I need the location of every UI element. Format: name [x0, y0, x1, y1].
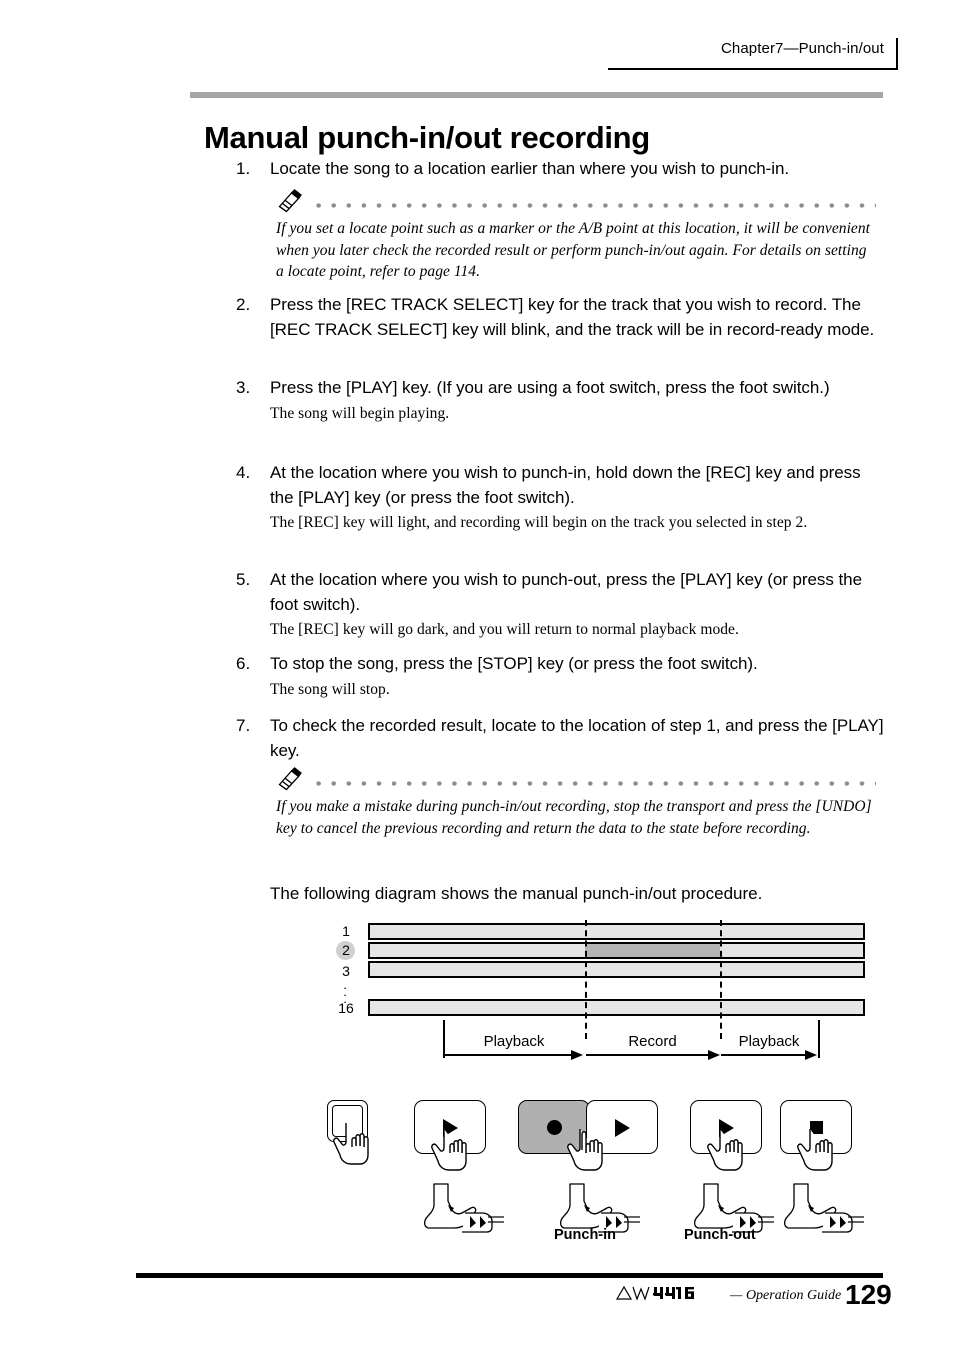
document-page: Chapter7—Punch-in/out Manual punch-in/ou… — [0, 0, 954, 1351]
step-1-number: 1. — [236, 159, 251, 178]
note-2-text: If you make a mistake during punch-in/ou… — [276, 798, 872, 837]
step-1: 1. Locate the song to a location earlier… — [236, 157, 888, 182]
note-1-header — [276, 189, 876, 216]
timeline-arrowhead-record — [708, 1050, 720, 1060]
title-rule — [190, 92, 883, 98]
note-2-header — [276, 767, 876, 794]
step-7: 7. To check the recorded result, locate … — [236, 714, 888, 763]
track-label-2: 2 — [342, 942, 350, 958]
track-row-3 — [368, 961, 865, 978]
track-row-16 — [368, 999, 865, 1016]
step-6-text: To stop the song, press the [STOP] key (… — [270, 654, 758, 673]
step-6-subtext: The song will stop. — [270, 680, 390, 698]
note-2: If you make a mistake during punch-in/ou… — [276, 767, 876, 839]
step-5-text: At the location where you wish to punch-… — [270, 570, 862, 614]
step-5-number: 5. — [236, 570, 251, 589]
note-1-dot-leader — [316, 203, 876, 208]
punch-in-label: Punch-in — [554, 1227, 617, 1243]
timeline-label-playback-2: Playback — [738, 1033, 800, 1050]
step-6: 6. To stop the song, press the [STOP] ke… — [236, 652, 888, 700]
step-3-text: Press the [PLAY] key. (If you are using … — [270, 378, 830, 397]
page-header: Chapter7—Punch-in/out — [608, 38, 898, 70]
step-4-number: 4. — [236, 463, 251, 482]
step-4-subtext: The [REC] key will light, and recording … — [270, 514, 808, 531]
pointing-hand-icon — [797, 1129, 833, 1171]
pencil-icon — [278, 767, 302, 791]
header-horizontal-rule — [608, 68, 898, 70]
step-3: 3. Press the [PLAY] key. (If you are usi… — [236, 376, 888, 424]
step-2-text: Press the [REC TRACK SELECT] key for the… — [270, 295, 875, 339]
pointing-hand-icon — [431, 1129, 467, 1171]
play-icon — [615, 1119, 630, 1137]
step-7-text: To check the recorded result, locate to … — [270, 716, 884, 760]
pointing-hand-icon — [567, 1129, 603, 1171]
step-7-number: 7. — [236, 716, 251, 735]
page-title: Manual punch-in/out recording — [204, 119, 650, 155]
timeline-tick-end — [818, 1020, 820, 1058]
step-3-number: 3. — [236, 378, 251, 397]
note-1: If you set a locate point such as a mark… — [276, 189, 876, 283]
footer-rule — [136, 1273, 883, 1278]
record-region-fill — [585, 944, 720, 957]
foot-switch-icon — [783, 1183, 864, 1233]
step-2: 2. Press the [REC TRACK SELECT] key for … — [236, 293, 888, 342]
timeline-arrow-playback-2 — [721, 1054, 806, 1056]
step-5: 5. At the location where you wish to pun… — [236, 568, 888, 640]
step-1-text: Locate the song to a location earlier th… — [270, 159, 790, 178]
step-4-text: At the location where you wish to punch-… — [270, 463, 861, 507]
aw4416-logo — [616, 1285, 694, 1301]
step-3-subtext: The song will begin playing. — [270, 404, 450, 422]
diagram-intro-text: The following diagram shows the manual p… — [270, 884, 763, 903]
punch-out-cut-line — [720, 920, 722, 1039]
page-number: 129 — [845, 1279, 892, 1310]
note-2-dot-leader — [316, 781, 876, 786]
footer-subtitle: — Operation Guide — [730, 1288, 842, 1303]
step-6-number: 6. — [236, 654, 251, 673]
foot-switch-icon — [423, 1183, 504, 1233]
chapter-title: Chapter7—Punch-in/out — [720, 40, 884, 57]
pencil-icon — [278, 189, 302, 213]
step-4: 4. At the location where you wish to pun… — [236, 461, 888, 533]
timeline-arrow-record — [586, 1054, 709, 1056]
step-2-number: 2. — [236, 295, 251, 314]
timeline-arrow-playback-1 — [444, 1054, 572, 1056]
timeline-arrowhead-playback-1 — [571, 1050, 583, 1060]
punch-out-label: Punch-out — [684, 1227, 756, 1243]
track-ellipsis-dot-3: . — [343, 991, 347, 1006]
punch-in-cut-line — [585, 920, 587, 1039]
timeline-arrowhead-playback-2 — [805, 1050, 817, 1060]
header-vertical-rule — [896, 38, 898, 68]
track-row-1 — [368, 923, 865, 940]
track-label-1: 1 — [342, 923, 350, 939]
pointing-hand-icon — [333, 1123, 369, 1165]
timeline-label-record: Record — [628, 1033, 677, 1050]
timeline-label-playback-1: Playback — [483, 1033, 545, 1050]
pointing-hand-icon — [707, 1129, 743, 1171]
note-1-text: If you set a locate point such as a mark… — [276, 220, 871, 280]
step-5-subtext: The [REC] key will go dark, and you will… — [270, 621, 739, 638]
